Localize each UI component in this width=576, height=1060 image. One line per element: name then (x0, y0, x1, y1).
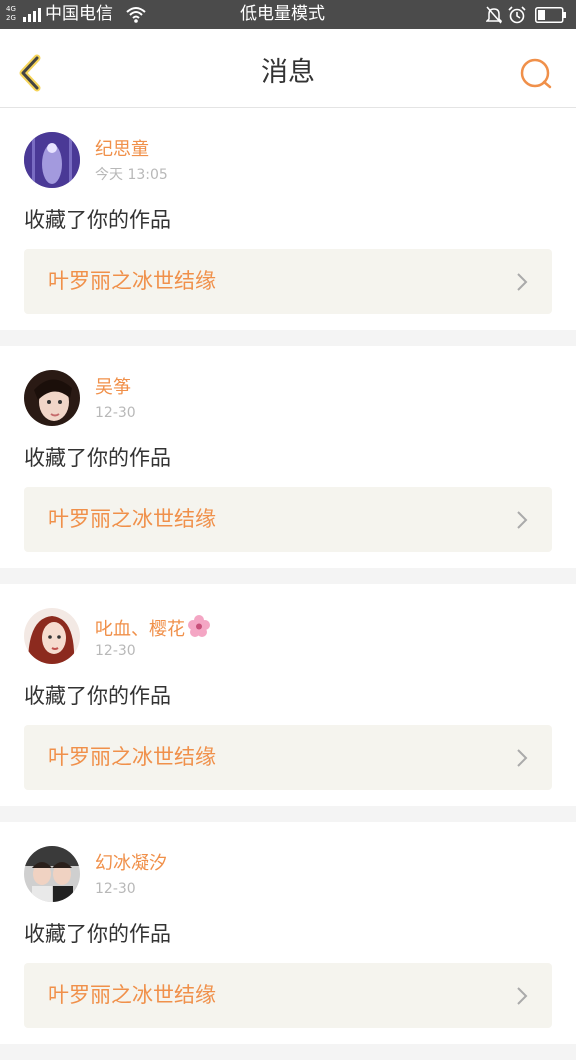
timestamp: 12-30 (95, 643, 136, 659)
work-title: 叶罗丽之冰世结缘 (48, 269, 216, 293)
work-link[interactable]: 叶罗丽之冰世结缘 (24, 487, 552, 552)
username[interactable]: 叱血、樱花 (95, 614, 211, 642)
message-list: 纪思童 今天 13:05 收藏了你的作品 叶罗丽之冰世结缘 吴筝 12-30 收… (0, 108, 576, 1060)
work-link[interactable]: 叶罗丽之冰世结缘 (24, 725, 552, 790)
message-card: 叱血、樱花 12-30 收藏了你的作品 叶罗丽之冰世结缘 (0, 584, 576, 806)
action-text: 收藏了你的作品 (24, 922, 171, 946)
work-link[interactable]: 叶罗丽之冰世结缘 (24, 249, 552, 314)
page-title: 消息 (261, 57, 315, 88)
timestamp: 今天 13:05 (95, 167, 168, 183)
nav-bar: 消息 (0, 29, 576, 108)
network-type: 4G 2G (6, 5, 16, 22)
username[interactable]: 幻冰凝汐 (95, 852, 167, 876)
carrier-name: 中国电信 (45, 4, 113, 24)
chevron-right-icon (517, 511, 528, 529)
action-text: 收藏了你的作品 (24, 684, 171, 708)
chevron-right-icon (517, 749, 528, 767)
bell-off-icon (486, 6, 502, 24)
search-icon[interactable] (519, 57, 553, 91)
chevron-right-icon (517, 273, 528, 291)
message-card: 幻冰凝汐 12-30 收藏了你的作品 叶罗丽之冰世结缘 (0, 822, 576, 1044)
work-title: 叶罗丽之冰世结缘 (48, 983, 216, 1007)
avatar[interactable] (24, 608, 80, 664)
message-card: 吴筝 12-30 收藏了你的作品 叶罗丽之冰世结缘 (0, 346, 576, 568)
username[interactable]: 吴筝 (95, 376, 131, 400)
work-link[interactable]: 叶罗丽之冰世结缘 (24, 963, 552, 1028)
work-title: 叶罗丽之冰世结缘 (48, 507, 216, 531)
signal-icon (23, 8, 41, 22)
avatar[interactable] (24, 846, 80, 902)
battery-icon (535, 7, 566, 23)
username-text: 叱血、樱花 (95, 619, 185, 640)
avatar[interactable] (24, 132, 80, 188)
timestamp: 12-30 (95, 881, 136, 897)
low-power-mode-label: 低电量模式 (240, 4, 325, 24)
username[interactable]: 纪思童 (95, 138, 149, 162)
alarm-icon (508, 6, 526, 24)
status-bar: 4G 2G 中国电信 低电量模式 (0, 0, 576, 29)
timestamp: 12-30 (95, 405, 136, 421)
action-text: 收藏了你的作品 (24, 208, 171, 232)
chevron-right-icon (517, 987, 528, 1005)
wifi-icon (126, 7, 146, 23)
action-text: 收藏了你的作品 (24, 446, 171, 470)
message-card: 纪思童 今天 13:05 收藏了你的作品 叶罗丽之冰世结缘 (0, 108, 576, 330)
work-title: 叶罗丽之冰世结缘 (48, 745, 216, 769)
avatar[interactable] (24, 370, 80, 426)
cherry-blossom-icon (188, 615, 210, 637)
